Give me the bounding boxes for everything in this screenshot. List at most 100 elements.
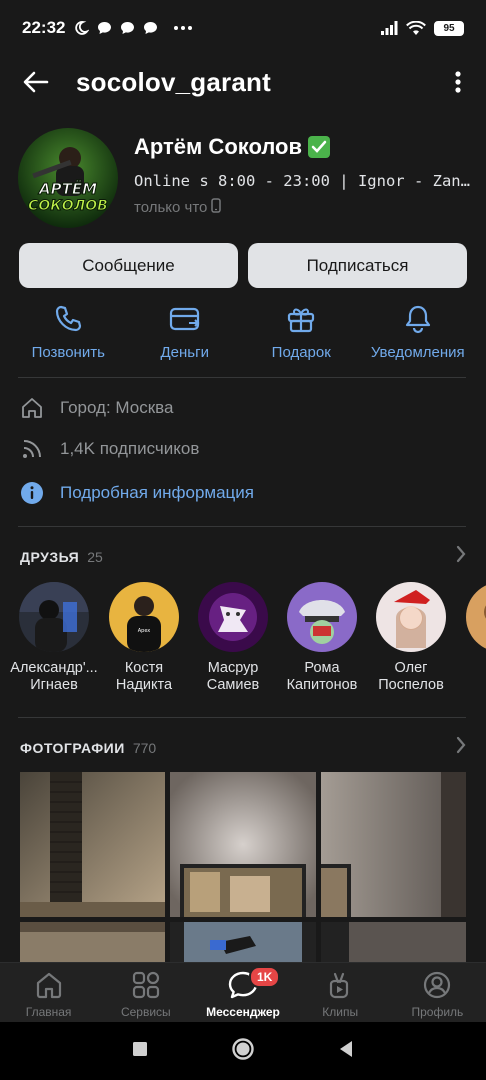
friend-item[interactable]: М Та (455, 582, 486, 694)
divider (18, 377, 466, 378)
photo-thumbnail[interactable] (321, 772, 466, 917)
friend-surname: Игнаев (30, 677, 78, 693)
photos-count: 770 (132, 739, 157, 756)
friends-title: ДРУЗЬЯ (20, 548, 80, 565)
details-link[interactable]: Подробная информация (20, 481, 254, 505)
notifications-action[interactable]: Уведомления (360, 300, 477, 370)
status-bar: 22:32 95 (0, 0, 486, 56)
photo-thumbnail[interactable] (170, 772, 316, 917)
back-button[interactable] (16, 62, 56, 102)
more-vertical-icon (455, 71, 461, 93)
svg-text:АРТЁМ: АРТЁМ (38, 179, 97, 198)
moon-icon (73, 20, 90, 36)
friend-item[interactable]: Рома Капитонов (276, 582, 368, 694)
mobile-phone-icon (211, 198, 222, 217)
unread-badge: 1K (249, 966, 281, 988)
gift-label: Подарок (271, 344, 331, 361)
checkmark-icon (308, 136, 331, 158)
photos-grid (20, 772, 466, 962)
followers-row[interactable]: 1,4K подписчиков (20, 437, 199, 461)
battery-icon: 95 (434, 20, 464, 36)
friend-item[interactable]: Олег Поспелов (365, 582, 457, 694)
friend-item[interactable]: Александр'... Игнаев (8, 582, 100, 694)
tab-services[interactable]: Сервисы (97, 963, 194, 1022)
city-text: Город: Москва (60, 398, 174, 417)
followers-text: 1,4K подписчиков (60, 439, 200, 458)
tab-label: Профиль (411, 1005, 464, 1019)
profile-icon (422, 969, 452, 1001)
more-options-button[interactable] (446, 62, 470, 102)
profile-name: Артём Соколов (134, 134, 303, 159)
avatar (466, 582, 486, 652)
call-action[interactable]: Позвонить (10, 300, 127, 370)
notifications-label: Уведомления (370, 344, 465, 361)
friends-list: Александр'... Игнаев Apex Костя Надикта … (0, 582, 486, 702)
home-button[interactable] (231, 1037, 255, 1066)
call-label: Позвонить (31, 344, 105, 361)
chevron-right-icon (456, 545, 466, 568)
tab-messenger[interactable]: 1K Мессенджер (194, 963, 291, 1022)
friend-name: Костя (124, 660, 164, 676)
friend-name: Александр'... (10, 660, 98, 676)
back-nav-button[interactable] (338, 1040, 354, 1063)
top-bar: socolov_garant (0, 56, 486, 108)
gift-action[interactable]: Подарок (243, 300, 360, 370)
action-bar: Позвонить Деньги Подарок Уведомления (10, 300, 476, 370)
avatar[interactable]: АРТЁМ СОКОЛОВ (18, 128, 118, 228)
avatar (376, 582, 446, 652)
friend-surname: Капитонов (286, 677, 358, 693)
friend-name: Рома (304, 660, 340, 676)
page-title: socolov_garant (76, 66, 271, 97)
tab-home[interactable]: Главная (0, 963, 97, 1022)
avatar (198, 582, 268, 652)
clips-icon (325, 969, 355, 1001)
photo-thumbnail[interactable] (170, 922, 316, 962)
message-button[interactable]: Сообщение (19, 243, 238, 288)
arrow-left-icon (23, 71, 49, 93)
photo-thumbnail[interactable] (20, 922, 165, 962)
friend-surname: Поспелов (378, 677, 444, 693)
money-action[interactable]: Деньги (127, 300, 244, 370)
profile-buttons: Сообщение Подписаться (19, 243, 467, 288)
bell-icon (403, 300, 433, 338)
tab-label: Мессенджер (206, 1005, 280, 1019)
tab-clips[interactable]: Клипы (292, 963, 389, 1022)
friend-name: Олег (394, 660, 428, 676)
tab-label: Сервисы (120, 1005, 171, 1019)
profile-header: АРТЁМ СОКОЛОВ Артём Соколов Online s 8:0… (18, 128, 478, 228)
svg-text:Apex: Apex (138, 628, 151, 634)
photos-header[interactable]: ФОТОГРАФИИ 770 (20, 736, 466, 759)
home-icon (34, 969, 64, 1001)
friend-item[interactable]: Масрур Самиев (187, 582, 279, 694)
gift-icon (286, 300, 316, 338)
tab-profile[interactable]: Профиль (389, 963, 486, 1022)
chevron-right-icon (456, 736, 466, 759)
friend-item[interactable]: Apex Костя Надикта (98, 582, 190, 694)
friend-name: Масрур (207, 660, 259, 676)
friend-surname: Самиев (206, 677, 260, 693)
divider (18, 717, 466, 718)
divider (18, 526, 466, 527)
recent-apps-button[interactable] (132, 1041, 148, 1062)
bottom-navigation: Главная Сервисы 1K Мессенджер Клипы Проф… (0, 962, 486, 1022)
avatar (287, 582, 357, 652)
subscribe-button[interactable]: Подписаться (248, 243, 467, 288)
chat-bubble-icon (97, 21, 112, 35)
chat-bubble-icon (143, 21, 158, 35)
status-time: 22:32 (22, 18, 66, 37)
city-row: Город: Москва (20, 396, 173, 420)
friend-surname: Надикта (115, 677, 173, 693)
profile-status: Online s 8:00 - 23:00 | Ignor - Zanyat (134, 172, 470, 190)
svg-text:СОКОЛОВ: СОКОЛОВ (28, 198, 108, 214)
phone-icon (53, 300, 83, 338)
last-seen: только что (134, 199, 208, 216)
rss-icon (20, 437, 44, 461)
friends-header[interactable]: ДРУЗЬЯ 25 (20, 545, 466, 568)
photo-thumbnail[interactable] (321, 922, 466, 962)
signal-icon (380, 21, 398, 35)
home-outline-icon (20, 396, 44, 420)
tab-label: Клипы (322, 1005, 359, 1019)
details-text: Подробная информация (60, 483, 254, 502)
photo-thumbnail[interactable] (20, 772, 165, 917)
avatar (19, 582, 89, 652)
